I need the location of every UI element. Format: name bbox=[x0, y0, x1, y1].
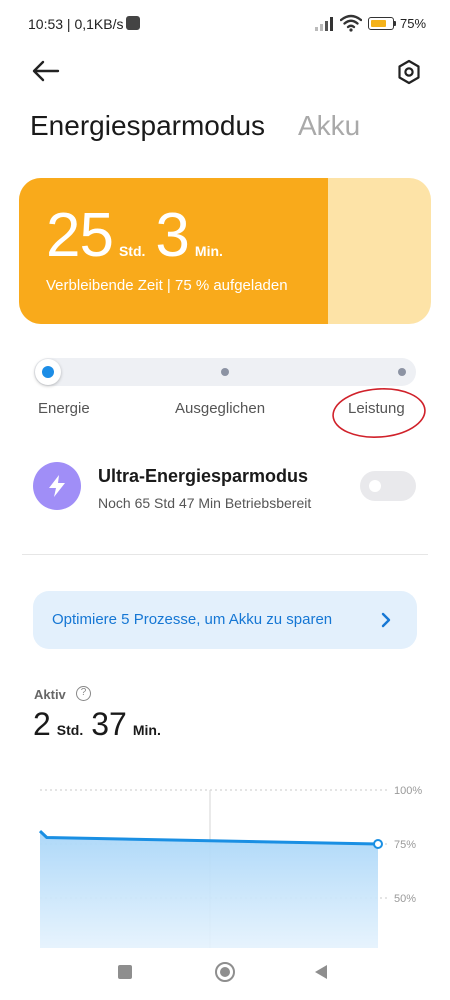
mode-label-balanced[interactable]: Ausgeglichen bbox=[175, 400, 265, 417]
mode-dot-performance[interactable] bbox=[398, 368, 406, 376]
settings-button[interactable] bbox=[393, 56, 425, 88]
active-label: Aktiv bbox=[34, 687, 66, 702]
power-mode-knob-dot bbox=[42, 366, 54, 378]
mode-label-performance[interactable]: Leistung bbox=[348, 400, 405, 417]
back-button[interactable] bbox=[28, 56, 64, 86]
minutes-unit: Min. bbox=[194, 243, 223, 259]
ultra-mode-subtitle: Noch 65 Std 47 Min Betriebsbereit bbox=[98, 495, 312, 511]
home-inner bbox=[220, 967, 230, 977]
chart-y-tick-label: 100% bbox=[394, 785, 422, 797]
battery-icon bbox=[368, 17, 394, 30]
optimize-processes-banner[interactable]: Optimiere 5 Prozesse, um Akku zu sparen bbox=[33, 591, 417, 649]
home-circle-icon[interactable] bbox=[215, 962, 235, 982]
remaining-hours: 25 bbox=[46, 201, 114, 270]
optimize-text: Optimiere 5 Prozesse, um Akku zu sparen bbox=[52, 611, 333, 628]
section-divider bbox=[22, 554, 428, 555]
remaining-minutes: 3 bbox=[155, 201, 189, 270]
recents-square-icon[interactable] bbox=[118, 965, 132, 979]
active-time: 2 Std. 37 Min. bbox=[33, 706, 169, 743]
signal-icon bbox=[315, 17, 333, 31]
active-minutes: 37 bbox=[91, 706, 127, 742]
chart-y-tick-label: 50% bbox=[394, 893, 416, 905]
hours-unit: Std. bbox=[118, 243, 146, 259]
battery-percent: 75% bbox=[400, 16, 427, 31]
lightning-bolt-icon bbox=[33, 462, 81, 510]
active-minutes-unit: Min. bbox=[132, 722, 161, 738]
chart-area bbox=[40, 831, 378, 948]
battery-fill bbox=[370, 19, 386, 27]
settings-hexagon-icon bbox=[398, 59, 420, 85]
notification-square-icon bbox=[126, 16, 140, 30]
power-mode-slider[interactable] bbox=[34, 358, 416, 386]
battery-nub bbox=[394, 21, 396, 26]
status-bar: 10:53 | 0,1KB/s 75% bbox=[0, 0, 450, 48]
help-icon[interactable]: ? bbox=[76, 686, 91, 701]
active-hours-unit: Std. bbox=[56, 722, 84, 738]
remaining-time: 25 Std. 3 Min. bbox=[46, 200, 233, 271]
remaining-time-card: 25 Std. 3 Min. Verbleibende Zeit | 75 % auf… bbox=[19, 178, 431, 324]
mode-dot-balanced[interactable] bbox=[221, 368, 229, 376]
power-mode-knob[interactable] bbox=[35, 359, 61, 385]
chart-end-point bbox=[373, 839, 383, 849]
toggle-knob bbox=[369, 480, 381, 492]
tab-battery[interactable]: Akku bbox=[298, 110, 360, 142]
active-hours: 2 bbox=[33, 706, 51, 742]
tab-energy-saving[interactable]: Energiesparmodus bbox=[30, 110, 265, 142]
ultra-mode-title: Ultra-Energiesparmodus bbox=[98, 466, 309, 486]
remaining-time-subtitle: Verbleibende Zeit | 75 % aufgeladen bbox=[46, 277, 288, 294]
back-triangle-icon[interactable] bbox=[313, 963, 329, 981]
chevron-right-icon bbox=[381, 612, 391, 628]
arrow-left-icon bbox=[32, 60, 60, 82]
wifi-icon bbox=[340, 14, 362, 32]
mode-label-energy[interactable]: Energie bbox=[38, 400, 90, 417]
ultra-mode-toggle[interactable] bbox=[360, 471, 416, 501]
status-time: 10:53 | 0,1KB/s bbox=[28, 16, 124, 32]
battery-level-chart: 100% 75% 50% bbox=[38, 785, 422, 948]
chart-y-tick-label: 75% bbox=[394, 839, 416, 851]
